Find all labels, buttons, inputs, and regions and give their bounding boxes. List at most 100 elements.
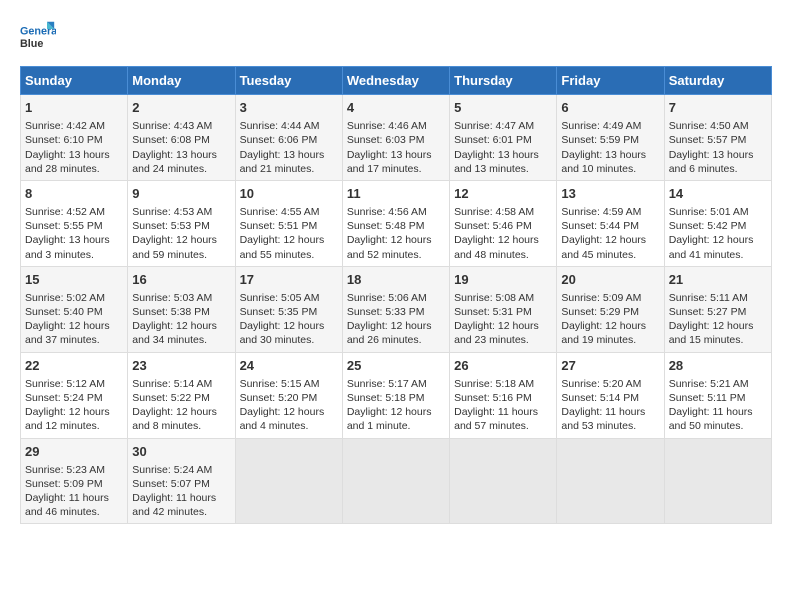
cell-content: Sunrise: 4:47 AMSunset: 6:01 PMDaylight:… [454, 119, 552, 176]
weekday-header: Tuesday [235, 67, 342, 95]
calendar-cell [557, 438, 664, 524]
cell-content: Sunrise: 5:01 AMSunset: 5:42 PMDaylight:… [669, 205, 767, 262]
day-number: 23 [132, 357, 230, 375]
calendar-cell: 25Sunrise: 5:17 AMSunset: 5:18 PMDayligh… [342, 352, 449, 438]
calendar-cell: 15 Sunrise: 5:02 AMSunset: 5:40 PMDayligh… [21, 266, 128, 352]
weekday-header: Saturday [664, 67, 771, 95]
day-number: 2 [132, 99, 230, 117]
day-number: 26 [454, 357, 552, 375]
svg-text:Blue: Blue [20, 38, 43, 50]
day-number: 1 [25, 99, 123, 117]
cell-content: Sunrise: 5:18 AMSunset: 5:16 PMDaylight:… [454, 377, 552, 434]
day-number: 22 [25, 357, 123, 375]
calendar-cell [235, 438, 342, 524]
day-number: 9 [132, 185, 230, 203]
day-number: 17 [240, 271, 338, 289]
cell-content: Sunrise: 5:12 AMSunset: 5:24 PMDaylight:… [25, 377, 123, 434]
day-number: 10 [240, 185, 338, 203]
weekday-header: Friday [557, 67, 664, 95]
day-number: 19 [454, 271, 552, 289]
day-number: 30 [132, 443, 230, 461]
calendar-cell: 27 Sunrise: 5:20 AMSunset: 5:14 PMDayligh… [557, 352, 664, 438]
calendar-cell: 1 Sunrise: 4:42 AMSunset: 6:10 PMDaylight… [21, 95, 128, 181]
day-number: 13 [561, 185, 659, 203]
cell-content: Sunrise: 5:02 AMSunset: 5:40 PMDaylight:… [25, 291, 123, 348]
calendar-cell: 16 Sunrise: 5:03 AMSunset: 5:38 PMDayligh… [128, 266, 235, 352]
logo-icon: General Blue [20, 20, 56, 56]
weekday-header-row: SundayMondayTuesdayWednesdayThursdayFrid… [21, 67, 772, 95]
day-number: 7 [669, 99, 767, 117]
day-number: 24 [240, 357, 338, 375]
day-number: 5 [454, 99, 552, 117]
day-number: 18 [347, 271, 445, 289]
day-number: 15 [25, 271, 123, 289]
cell-content: Sunrise: 5:23 AMSunset: 5:09 PMDaylight:… [25, 463, 123, 520]
day-number: 27 [561, 357, 659, 375]
weekday-header: Thursday [450, 67, 557, 95]
cell-content: Sunrise: 4:59 AMSunset: 5:44 PMDaylight:… [561, 205, 659, 262]
cell-content: Sunrise: 4:49 AMSunset: 5:59 PMDaylight:… [561, 119, 659, 176]
cell-content: Sunrise: 5:09 AMSunset: 5:29 PMDaylight:… [561, 291, 659, 348]
cell-content: Sunrise: 5:11 AMSunset: 5:27 PMDaylight:… [669, 291, 767, 348]
cell-content: Sunrise: 5:06 AMSunset: 5:33 PMDaylight:… [347, 291, 445, 348]
cell-content: Sunrise: 5:20 AMSunset: 5:14 PMDaylight:… [561, 377, 659, 434]
calendar-cell: 9 Sunrise: 4:53 AMSunset: 5:53 PMDaylight… [128, 180, 235, 266]
cell-content: Sunrise: 4:55 AMSunset: 5:51 PMDaylight:… [240, 205, 338, 262]
calendar-cell: 28 Sunrise: 5:21 AMSunset: 5:11 PMDayligh… [664, 352, 771, 438]
calendar-cell: 21 Sunrise: 5:11 AMSunset: 5:27 PMDayligh… [664, 266, 771, 352]
cell-content: Sunrise: 4:42 AMSunset: 6:10 PMDaylight:… [25, 119, 123, 176]
logo: General Blue [20, 20, 56, 56]
cell-content: Sunrise: 4:58 AMSunset: 5:46 PMDaylight:… [454, 205, 552, 262]
calendar-cell: 20Sunrise: 5:09 AMSunset: 5:29 PMDayligh… [557, 266, 664, 352]
calendar-cell: 18 Sunrise: 5:06 AMSunset: 5:33 PMDayligh… [342, 266, 449, 352]
cell-content: Sunrise: 5:17 AMSunset: 5:18 PMDaylight:… [347, 377, 445, 434]
cell-content: Sunrise: 5:03 AMSunset: 5:38 PMDaylight:… [132, 291, 230, 348]
calendar-cell: 29 Sunrise: 5:23 AMSunset: 5:09 PMDayligh… [21, 438, 128, 524]
calendar-cell [664, 438, 771, 524]
day-number: 11 [347, 185, 445, 203]
calendar-cell [450, 438, 557, 524]
calendar-cell: 19 Sunrise: 5:08 AMSunset: 5:31 PMDayligh… [450, 266, 557, 352]
cell-content: Sunrise: 5:08 AMSunset: 5:31 PMDaylight:… [454, 291, 552, 348]
cell-content: Sunrise: 4:43 AMSunset: 6:08 PMDaylight:… [132, 119, 230, 176]
calendar-week-row: 15 Sunrise: 5:02 AMSunset: 5:40 PMDayligh… [21, 266, 772, 352]
calendar-cell: 24 Sunrise: 5:15 AMSunset: 5:20 PMDayligh… [235, 352, 342, 438]
cell-content: Sunrise: 5:14 AMSunset: 5:22 PMDaylight:… [132, 377, 230, 434]
cell-content: Sunrise: 5:05 AMSunset: 5:35 PMDaylight:… [240, 291, 338, 348]
calendar-cell: 26 Sunrise: 5:18 AMSunset: 5:16 PMDayligh… [450, 352, 557, 438]
cell-content: Sunrise: 4:46 AMSunset: 6:03 PMDaylight:… [347, 119, 445, 176]
calendar-cell: 12Sunrise: 4:58 AMSunset: 5:46 PMDayligh… [450, 180, 557, 266]
calendar-week-row: 22 Sunrise: 5:12 AMSunset: 5:24 PMDayligh… [21, 352, 772, 438]
calendar-cell: 4 Sunrise: 4:46 AMSunset: 6:03 PMDaylight… [342, 95, 449, 181]
day-number: 21 [669, 271, 767, 289]
day-number: 16 [132, 271, 230, 289]
cell-content: Sunrise: 4:52 AMSunset: 5:55 PMDaylight:… [25, 205, 123, 262]
day-number: 3 [240, 99, 338, 117]
calendar-cell: 5 Sunrise: 4:47 AMSunset: 6:01 PMDaylight… [450, 95, 557, 181]
day-number: 29 [25, 443, 123, 461]
cell-content: Sunrise: 4:53 AMSunset: 5:53 PMDaylight:… [132, 205, 230, 262]
calendar-cell: 14 Sunrise: 5:01 AMSunset: 5:42 PMDayligh… [664, 180, 771, 266]
calendar-cell: 23 Sunrise: 5:14 AMSunset: 5:22 PMDayligh… [128, 352, 235, 438]
day-number: 4 [347, 99, 445, 117]
calendar-cell: 7Sunrise: 4:50 AMSunset: 5:57 PMDaylight… [664, 95, 771, 181]
calendar-cell: 10 Sunrise: 4:55 AMSunset: 5:51 PMDayligh… [235, 180, 342, 266]
day-number: 14 [669, 185, 767, 203]
calendar-cell: 22 Sunrise: 5:12 AMSunset: 5:24 PMDayligh… [21, 352, 128, 438]
cell-content: Sunrise: 5:15 AMSunset: 5:20 PMDaylight:… [240, 377, 338, 434]
day-number: 28 [669, 357, 767, 375]
weekday-header: Sunday [21, 67, 128, 95]
calendar-cell: 17 Sunrise: 5:05 AMSunset: 5:35 PMDayligh… [235, 266, 342, 352]
cell-content: Sunrise: 4:56 AMSunset: 5:48 PMDaylight:… [347, 205, 445, 262]
calendar-cell [342, 438, 449, 524]
cell-content: Sunrise: 5:21 AMSunset: 5:11 PMDaylight:… [669, 377, 767, 434]
calendar-week-row: 8 Sunrise: 4:52 AMSunset: 5:55 PMDaylight… [21, 180, 772, 266]
weekday-header: Wednesday [342, 67, 449, 95]
calendar-week-row: 1 Sunrise: 4:42 AMSunset: 6:10 PMDaylight… [21, 95, 772, 181]
calendar-cell: 3Sunrise: 4:44 AMSunset: 6:06 PMDaylight… [235, 95, 342, 181]
calendar-cell: 6 Sunrise: 4:49 AMSunset: 5:59 PMDaylight… [557, 95, 664, 181]
weekday-header: Monday [128, 67, 235, 95]
page-header: General Blue [20, 20, 772, 56]
day-number: 6 [561, 99, 659, 117]
day-number: 8 [25, 185, 123, 203]
